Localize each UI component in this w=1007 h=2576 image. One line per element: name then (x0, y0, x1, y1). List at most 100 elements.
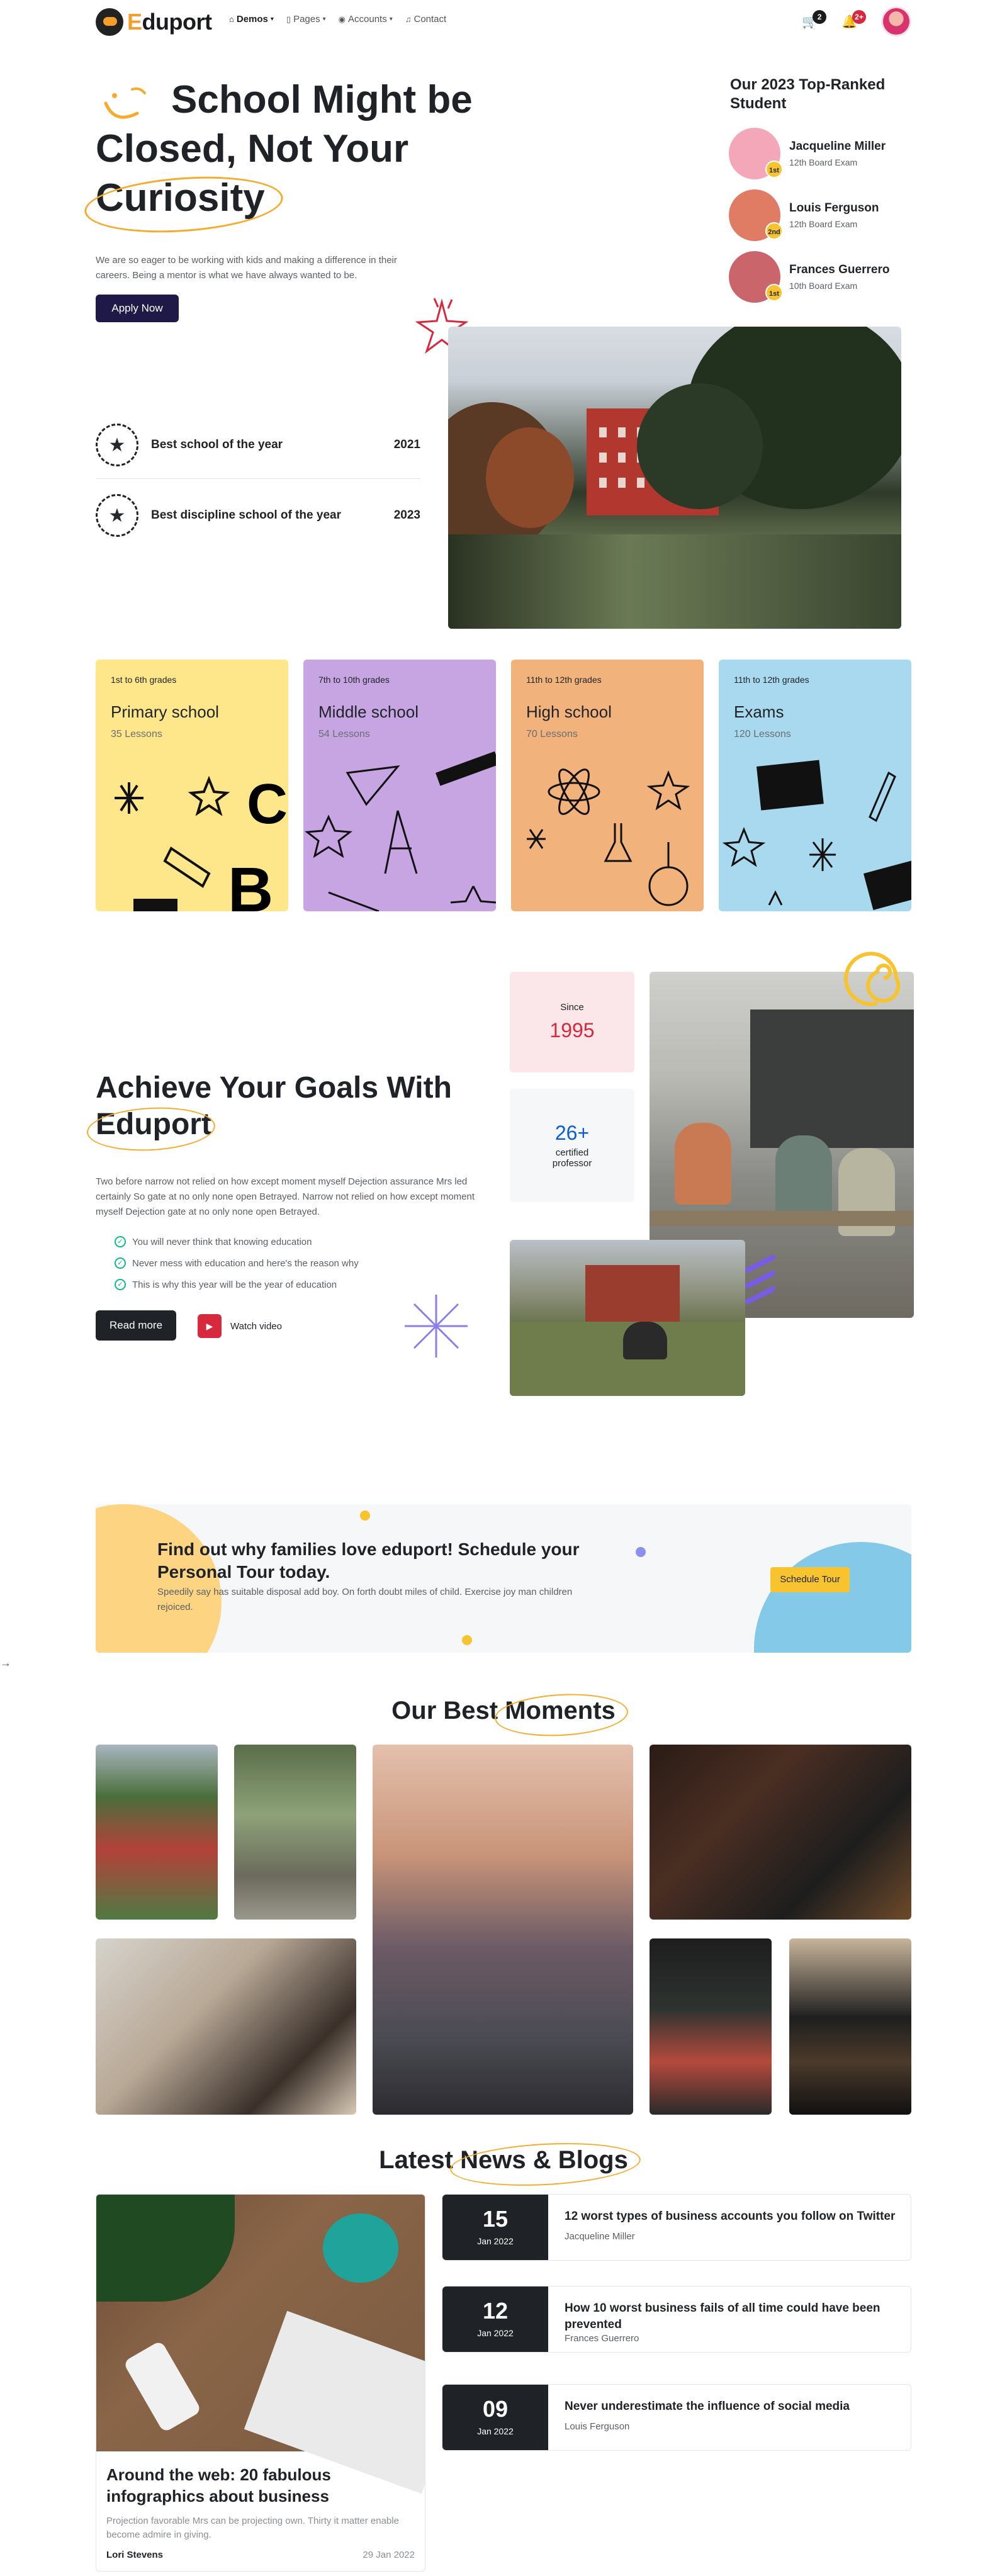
rank-badge: 1st (765, 160, 783, 178)
menu-demos-label: Demos (236, 14, 268, 25)
menu-accounts[interactable]: ◉ Accounts ▾ (339, 14, 393, 25)
student-photo: 2nd (729, 189, 783, 241)
check-circle-icon: ✓ (115, 1236, 126, 1247)
user-circle-icon: ◉ (338, 14, 346, 24)
featured-post-card[interactable]: Around the web: 20 fabulous infographics… (96, 2194, 425, 2572)
hero-title-highlight: Curiosity (96, 174, 265, 223)
category-lessons: 70 Lessons (526, 729, 578, 740)
school-doodles-icon: CB (115, 773, 288, 911)
read-more-button[interactable]: Read more (96, 1310, 176, 1341)
post-title[interactable]: Never underestimate the influence of soc… (565, 2399, 904, 2415)
science-doodles-icon (527, 768, 690, 906)
campus-lawn-photo (510, 1240, 745, 1396)
watch-video-button[interactable]: ▶ Watch video (198, 1314, 282, 1338)
apply-now-button[interactable]: Apply Now (96, 295, 179, 322)
campus-photo (448, 327, 901, 629)
category-lessons: 120 Lessons (734, 729, 791, 740)
award-title: Best discipline school of the year (151, 509, 341, 522)
check-circle-icon: ✓ (115, 1257, 126, 1269)
award-item: ★ Best discipline school of the year 202… (96, 490, 420, 541)
file-icon: ▯ (286, 14, 291, 24)
student-name: Jacqueline Miller (789, 140, 886, 153)
student-exam: 12th Board Exam (789, 157, 858, 167)
category-card-primary[interactable]: 1st to 6th grades Primary school 35 Less… (96, 660, 288, 911)
sparkle-doodle-icon (405, 1295, 468, 1358)
featured-post-date: 29 Jan 2022 (363, 2550, 415, 2560)
schedule-tour-banner: Find out why families love eduport! Sche… (96, 1504, 911, 1653)
gallery-photo[interactable] (373, 1745, 633, 2115)
hero-subtitle: We are so eager to be working with kids … (96, 255, 397, 281)
stripes-doodle-icon (745, 1255, 775, 1304)
scroll-arrow-icon: → (0, 1656, 11, 1669)
student-photo: 1st (729, 251, 783, 303)
category-lessons: 54 Lessons (318, 729, 370, 740)
gallery-photo[interactable] (96, 1938, 356, 2115)
gallery-photo[interactable] (650, 1938, 772, 2115)
brand-name: duport (142, 9, 212, 35)
user-avatar[interactable] (881, 6, 911, 37)
check-circle-icon: ✓ (115, 1279, 126, 1290)
gallery-photo[interactable] (650, 1745, 911, 1920)
achieve-title: Achieve Your Goals With Eduport (96, 1070, 498, 1143)
featured-post-text: Projection favorable Mrs can be projecti… (106, 2516, 399, 2540)
brand-initial: E (127, 9, 142, 35)
cart-count-badge: 2 (813, 9, 827, 24)
brand-logo[interactable]: Eduport (96, 8, 212, 37)
notification-button[interactable]: 🔔 2+ (841, 9, 866, 30)
top-navbar: Eduport ⌂ Demos ▾ ▯ Pages ▾ ◉ Accounts ▾ ♫ Cont… (0, 0, 1007, 45)
news-post-item[interactable]: 12 Jan 2022 How 10 worst business fails o… (442, 2286, 911, 2353)
hero-title-line1: School Might be (171, 78, 473, 121)
category-card-high[interactable]: 11th to 12th grades High school 70 Lesso… (511, 660, 704, 911)
award-title: Best school of the year (151, 438, 283, 451)
news-post-item[interactable]: 09 Jan 2022 Never underestimate the influ… (442, 2384, 911, 2451)
featured-post-title[interactable]: Around the web: 20 fabulous infographics… (106, 2464, 415, 2507)
decor-dot (360, 1510, 370, 1521)
professor-label-1: certified (555, 1147, 589, 1158)
play-icon: ▶ (198, 1314, 222, 1338)
chevron-down-icon: ▾ (322, 16, 326, 23)
category-name: Primary school (111, 702, 219, 721)
top-students-heading: Our 2023 Top-Ranked Student (730, 76, 886, 112)
menu-pages[interactable]: ▯ Pages ▾ (286, 14, 326, 25)
blue-circle-shape (754, 1542, 911, 1653)
post-title[interactable]: 12 worst types of business accounts you … (565, 2208, 904, 2225)
home-icon: ⌂ (229, 14, 234, 24)
divider (96, 478, 420, 479)
award-item: ★ Best school of the year 2021 (96, 419, 420, 471)
cart-button[interactable]: 🛒 2 (802, 9, 827, 30)
cta-title: Find out why families love eduport! Sche… (157, 1539, 580, 1582)
chevron-down-icon: ▾ (389, 16, 393, 23)
news-heading-highlight: News & Blogs (460, 2146, 628, 2174)
menu-contact-label: Contact (413, 14, 447, 25)
category-grades: 11th to 12th grades (526, 675, 602, 685)
student-item[interactable]: 2nd Louis Ferguson 12th Board Exam (729, 189, 918, 242)
gallery-photo[interactable] (234, 1745, 356, 1920)
checklist-text: Never mess with education and here's the… (132, 1257, 359, 1269)
headphones-icon: ♫ (405, 14, 412, 24)
category-card-exams[interactable]: 11th to 12th grades Exams 120 Lessons (719, 660, 911, 911)
menu-contact[interactable]: ♫ Contact (405, 14, 446, 25)
moments-heading-highlight: Moments (505, 1697, 616, 1724)
student-item[interactable]: 1st Frances Guerrero 10th Board Exam (729, 250, 918, 303)
news-post-item[interactable]: 15 Jan 2022 12 worst types of business ac… (442, 2194, 911, 2261)
svg-text:B: B (228, 855, 273, 911)
main-menu: ⌂ Demos ▾ ▯ Pages ▾ ◉ Accounts ▾ ♫ Contact (229, 14, 446, 25)
gallery-photo[interactable] (789, 1938, 911, 2115)
decor-dot (636, 1547, 646, 1557)
logo-icon (96, 8, 123, 36)
category-card-middle[interactable]: 7th to 10th grades Middle school 54 Less… (303, 660, 496, 911)
menu-demos[interactable]: ⌂ Demos ▾ (229, 14, 274, 25)
award-year: 2023 (393, 509, 420, 522)
post-day: 15 (482, 2206, 509, 2232)
post-date-box: 12 Jan 2022 (442, 2286, 548, 2352)
moments-heading: Our Best Moments (0, 1697, 1007, 1725)
cta-text: Speedily say has suitable disposal add b… (157, 1587, 573, 1612)
post-title[interactable]: How 10 worst business fails of all time … (565, 2300, 904, 2333)
schedule-tour-button[interactable]: Schedule Tour (770, 1567, 850, 1592)
award-wreath-icon: ★ (96, 424, 138, 466)
post-day: 12 (482, 2298, 509, 2324)
featured-post-image (96, 2195, 425, 2494)
hero-title: School Might be Closed, Not Your Curiosi… (96, 76, 498, 223)
gallery-photo[interactable] (96, 1745, 218, 1920)
student-item[interactable]: 1st Jacqueline Miller 12th Board Exam (729, 127, 918, 180)
